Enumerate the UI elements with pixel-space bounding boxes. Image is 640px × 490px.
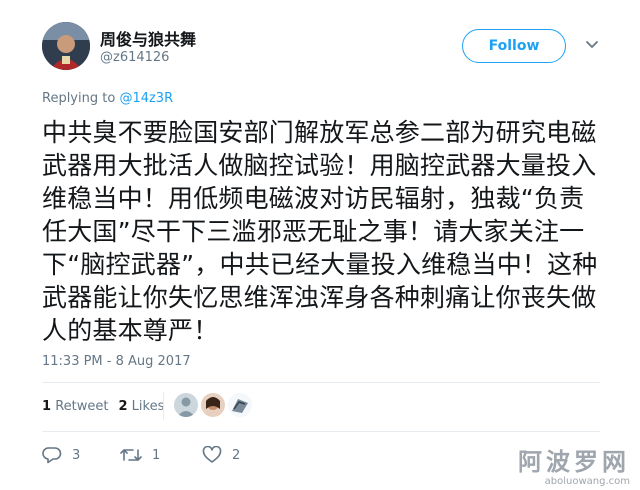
likes-label: Likes	[131, 399, 165, 414]
follow-button[interactable]: Follow	[462, 29, 566, 63]
reply-prefix: Replying to	[42, 91, 116, 106]
liker-avatar[interactable]	[201, 393, 225, 417]
like-action[interactable]: 2	[202, 446, 240, 464]
watermark-title: 阿波罗网	[518, 448, 630, 476]
site-watermark: 阿波罗网 aboluowang.com	[518, 448, 630, 488]
tweet-text: 中共臭不要脸国安部门解放军总参二部为研究电磁武器用大批活人做脑控试验！用脑控武器…	[42, 118, 598, 345]
stats-separator	[163, 392, 164, 420]
engagement-stats: 1 Retweet 2 Likes	[42, 399, 164, 414]
reply-count: 3	[72, 447, 81, 463]
author-handle[interactable]: @z614126	[100, 50, 169, 65]
retweet-icon	[120, 449, 142, 461]
divider	[42, 431, 600, 432]
retweets-count: 1	[42, 399, 52, 414]
likes-count: 2	[118, 399, 128, 414]
chevron-down-icon[interactable]	[584, 36, 600, 52]
reply-icon	[42, 447, 62, 464]
heart-icon	[202, 446, 222, 463]
retweets-stat[interactable]: 1 Retweet	[42, 399, 108, 414]
liker-avatar[interactable]	[228, 393, 252, 417]
retweet-action[interactable]: 1	[120, 447, 202, 463]
tweet-actions: 3 1 2	[42, 446, 240, 464]
likes-stat[interactable]: 2 Likes	[118, 399, 164, 414]
likers-avatars	[174, 393, 252, 417]
tweet-timestamp[interactable]: 11:33 PM - 8 Aug 2017	[42, 354, 191, 369]
reply-context: Replying to @14z3R	[42, 91, 173, 106]
like-count: 2	[232, 447, 241, 463]
divider	[42, 382, 600, 383]
author-avatar[interactable]	[42, 22, 90, 70]
retweet-count: 1	[152, 447, 161, 463]
liker-avatar[interactable]	[174, 393, 198, 417]
author-display-name[interactable]: 周俊与狼共舞	[100, 26, 196, 50]
reply-action[interactable]: 3	[42, 446, 120, 464]
reply-target-link[interactable]: @14z3R	[119, 91, 173, 106]
retweets-label: Retweet	[55, 399, 109, 414]
watermark-url: aboluowang.com	[544, 476, 630, 487]
